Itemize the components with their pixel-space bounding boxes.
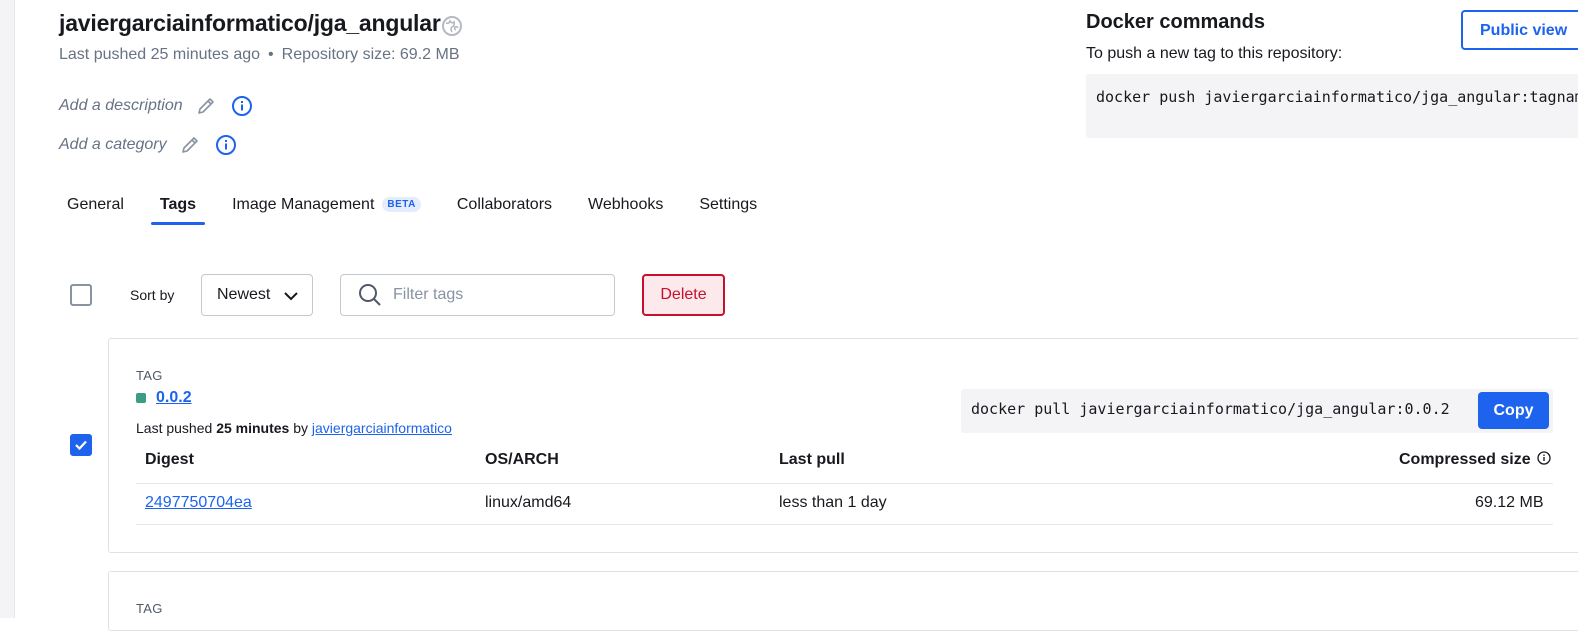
column-header-digest: Digest [145,451,194,468]
tag-status-indicator [136,393,146,403]
tab-settings-label: Settings [699,196,758,213]
last-pushed-prefix: Last pushed [136,420,213,436]
table-bottom-divider [136,524,1553,525]
tag-last-pushed: Last pushed 25 minutes by javiergarciain… [136,420,452,436]
sort-select-value: Newest [217,286,271,303]
last-pushed-text: Last pushed 25 minutes ago [59,46,261,63]
filter-tags-input[interactable] [391,285,595,305]
tag-name-row: 0.0.2 [136,389,192,407]
beta-badge: BETA [382,197,421,212]
pull-command[interactable]: docker pull javiergarciainformatico/jga_… [971,400,1450,418]
add-category-text: Add a category [59,136,167,153]
table-divider [136,483,1553,484]
tag-card [108,571,1578,631]
column-header-compressed-size: Compressed size [1399,451,1551,469]
tab-image-management[interactable]: Image Management BETA [232,196,421,222]
edit-category-pencil-icon[interactable] [179,134,201,156]
sort-by-label: Sort by [130,287,175,303]
compressed-size-value: 69.12 MB [1475,494,1544,511]
repo-tabs: General Tags Image Management BETA Collab… [67,196,793,225]
tab-general-label: General [67,196,124,213]
tag-label: TAG [136,368,163,383]
os-arch-value: linux/amd64 [485,494,572,511]
add-description-text: Add a description [59,97,183,114]
repo-title: javiergarciainformatico/jga_angular [59,10,441,36]
filter-tags-field [340,274,615,316]
docker-commands-subheading: To push a new tag to this repository: [1086,45,1343,62]
tab-webhooks[interactable]: Webhooks [588,196,663,222]
digest-value[interactable]: 2497750704ea [145,494,252,511]
tab-image-management-label: Image Management [232,196,375,213]
compressed-size-info-icon[interactable] [1537,451,1551,465]
category-info-icon[interactable] [215,134,237,156]
public-globe-icon [442,16,462,36]
description-info-icon[interactable] [231,95,253,117]
compressed-size-label: Compressed size [1399,451,1531,468]
public-view-button[interactable]: Public view [1461,10,1578,50]
search-icon [359,284,381,306]
tag-label: TAG [136,601,163,616]
tab-general[interactable]: General [67,196,124,222]
select-all-checkbox[interactable] [70,284,92,306]
repo-meta: Last pushed 25 minutes ago • Repository si… [59,46,460,64]
tag-name-link[interactable]: 0.0.2 [156,389,192,407]
add-category-row: Add a category [59,134,237,156]
last-pushed-time: 25 minutes [216,420,290,436]
docker-push-command[interactable]: docker push javiergarciainformatico/jga_… [1086,74,1578,138]
checkmark-icon [75,440,87,451]
tab-tags[interactable]: Tags [150,196,206,225]
digest-link[interactable]: 2497750704ea [145,494,252,512]
add-description-row: Add a description [59,95,253,117]
tab-collaborators[interactable]: Collaborators [457,196,552,222]
pushed-by-user-link[interactable]: javiergarciainformatico [312,420,452,436]
docker-commands-heading: Docker commands [1086,11,1265,33]
tab-settings[interactable]: Settings [699,196,757,222]
repo-size-text: Repository size: 69.2 MB [281,46,460,63]
tab-collaborators-label: Collaborators [456,196,553,213]
copy-button[interactable]: Copy [1478,392,1549,429]
chevron-down-icon [284,292,298,301]
delete-button[interactable]: Delete [642,274,725,316]
tag-checkbox[interactable] [70,434,92,456]
sort-select[interactable]: Newest [201,274,313,316]
left-rail [0,0,15,618]
tab-webhooks-label: Webhooks [588,196,664,213]
column-header-last-pull: Last pull [779,451,845,468]
last-pull-value: less than 1 day [779,494,887,511]
meta-separator: • [268,46,274,63]
edit-description-pencil-icon[interactable] [195,95,217,117]
column-header-os-arch: OS/ARCH [485,451,559,468]
tag-card [108,338,1578,553]
tab-tags-label: Tags [159,196,197,213]
last-pushed-by-text: by [293,420,309,436]
